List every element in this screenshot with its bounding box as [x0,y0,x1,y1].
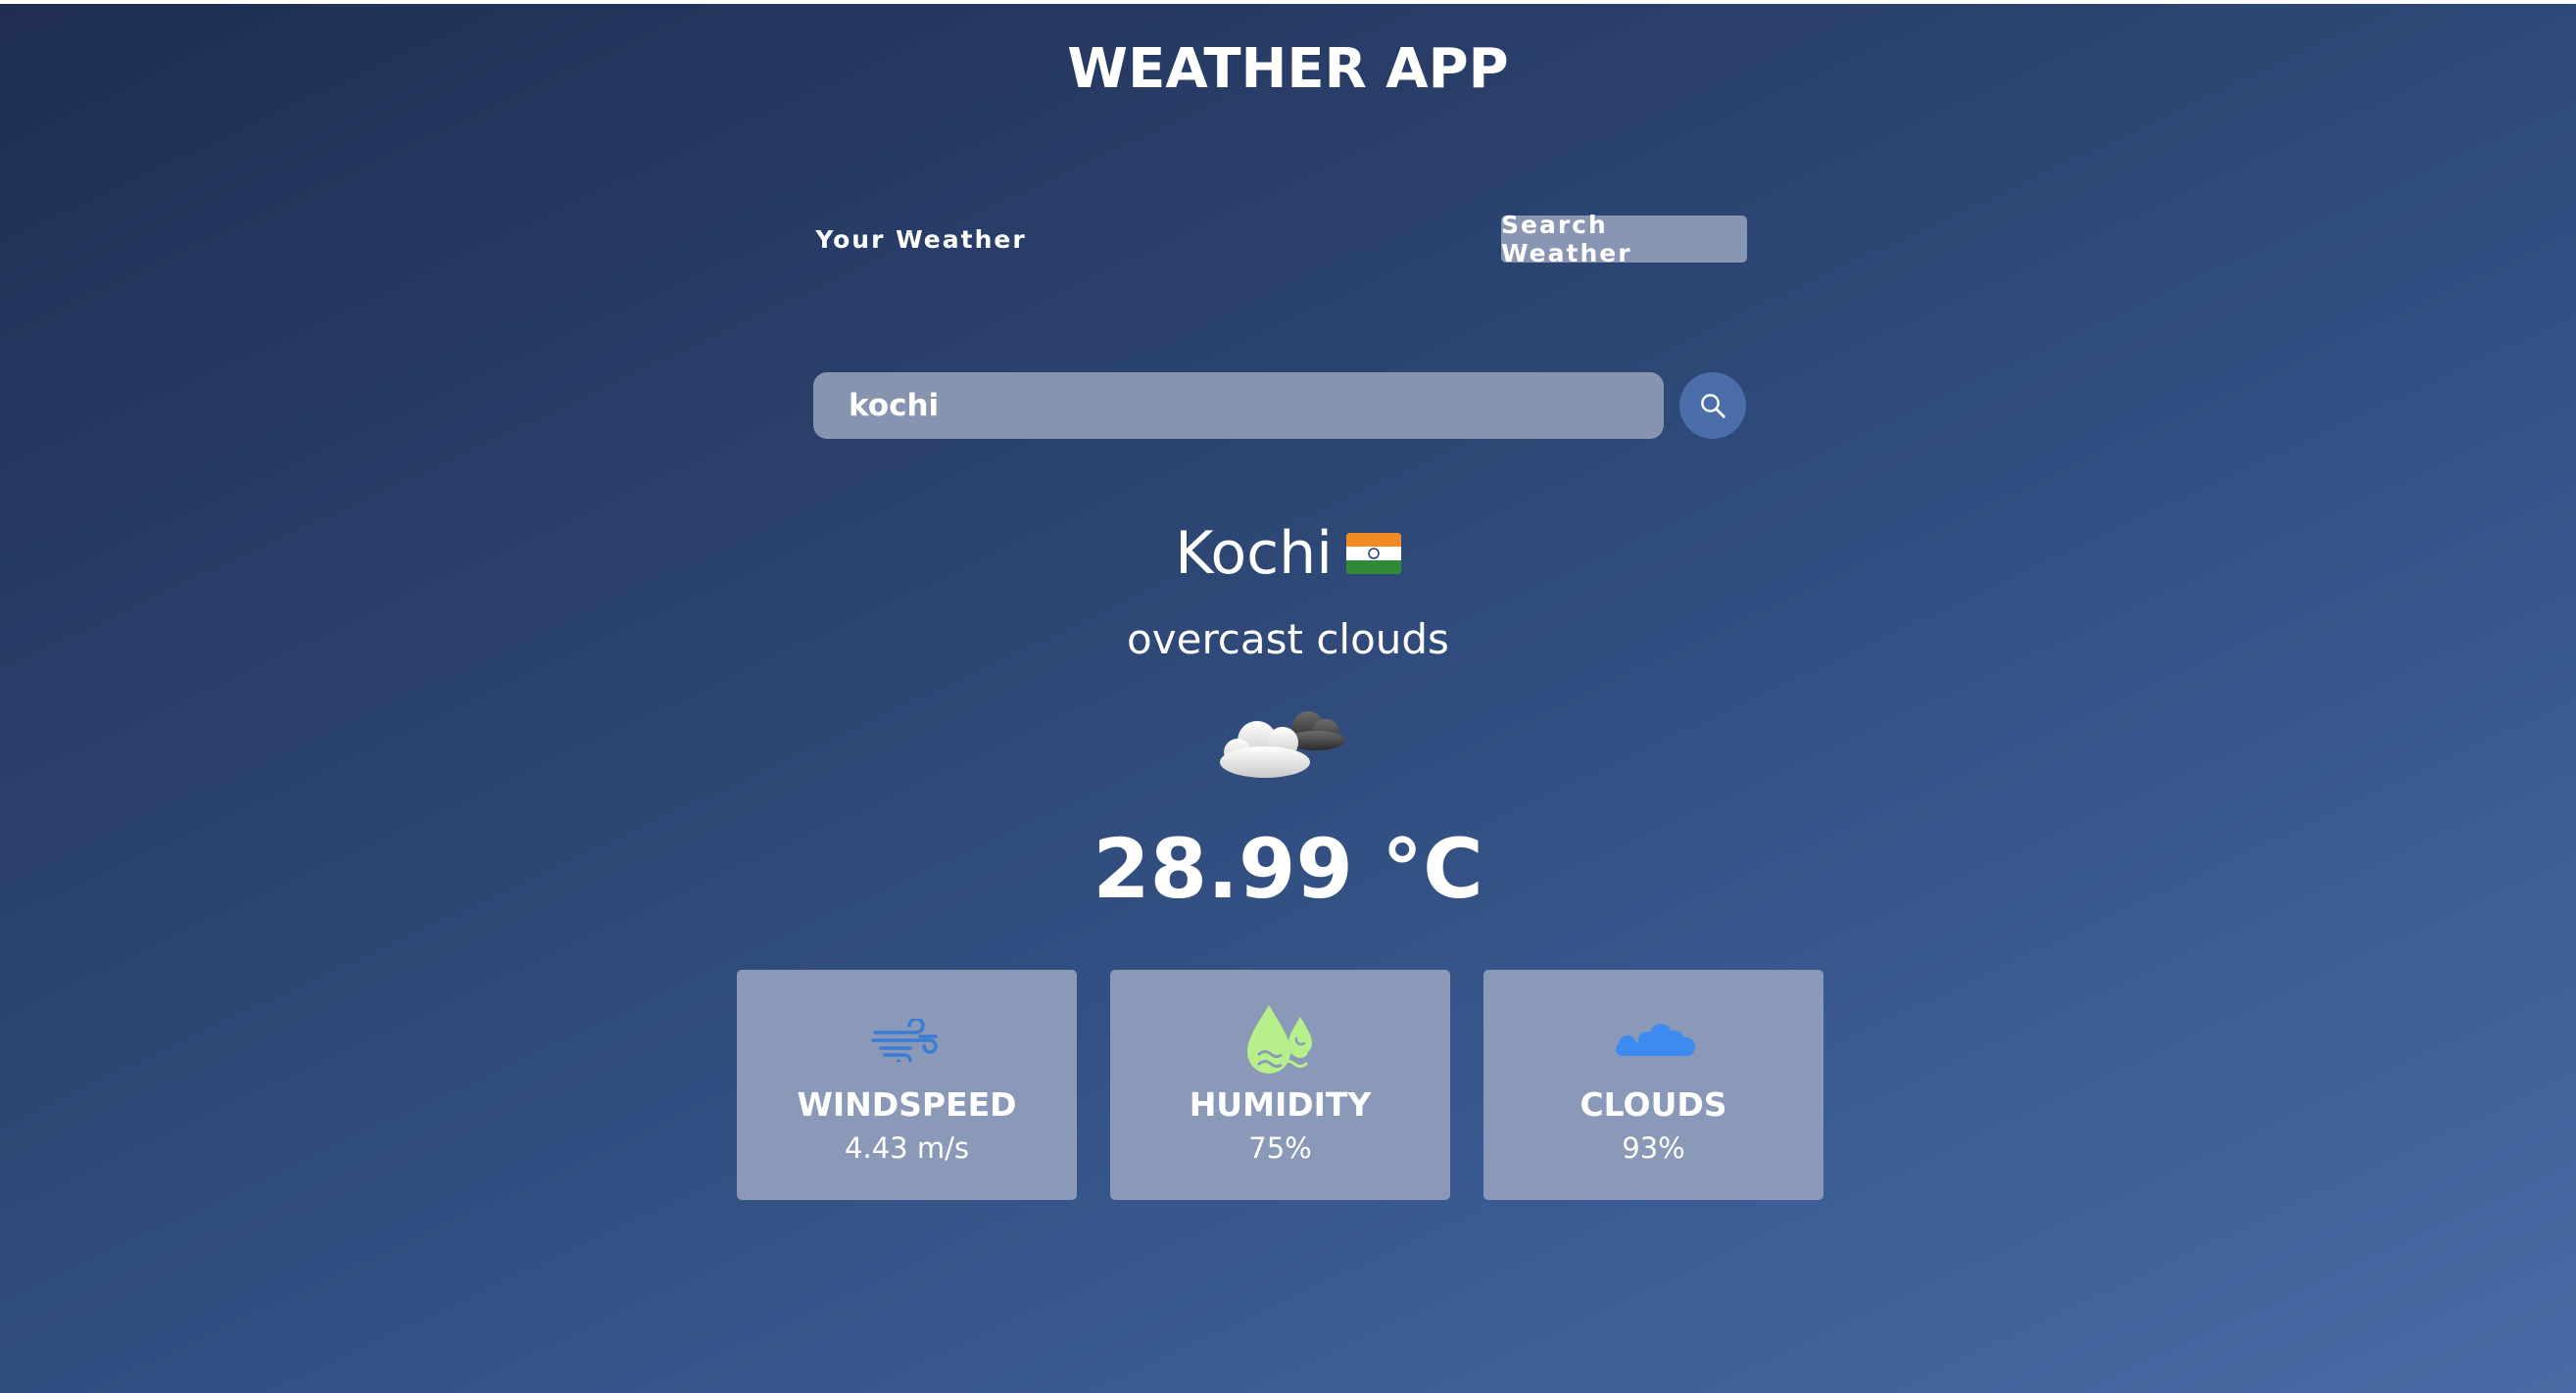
city-name: Kochi [1175,519,1333,588]
city-row: Kochi [0,519,2576,588]
tab-your-weather[interactable]: Your Weather [813,216,1029,263]
cloud-icon [1615,1024,1695,1056]
humidity-value: 75% [1248,1131,1312,1165]
windspeed-card: WINDSPEED 4.43 m/s [737,970,1077,1200]
search-input[interactable] [847,387,1630,424]
clouds-label: CLOUDS [1580,1085,1727,1124]
windspeed-value: 4.43 m/s [845,1131,969,1165]
humidity-card: HUMIDITY 75% [1110,970,1450,1200]
humidity-icon [1246,1005,1312,1074]
humidity-label: HUMIDITY [1189,1085,1372,1124]
overcast-clouds-icon [1220,711,1345,778]
search-bar [813,372,1664,439]
clouds-card: CLOUDS 93% [1483,970,1823,1200]
top-border [0,0,2576,4]
weather-description: overcast clouds [1127,615,1449,663]
india-flag-icon [1345,533,1401,574]
temperature: 28.99 °C [1093,821,1483,917]
search-button[interactable] [1679,372,1746,439]
wind-icon [870,1019,938,1062]
windspeed-label: WINDSPEED [797,1085,1017,1124]
clouds-value: 93% [1622,1131,1685,1165]
app-title: WEATHER APP [1067,37,1509,101]
tab-search-weather[interactable]: Search Weather [1501,211,1747,267]
search-icon [1701,394,1725,418]
